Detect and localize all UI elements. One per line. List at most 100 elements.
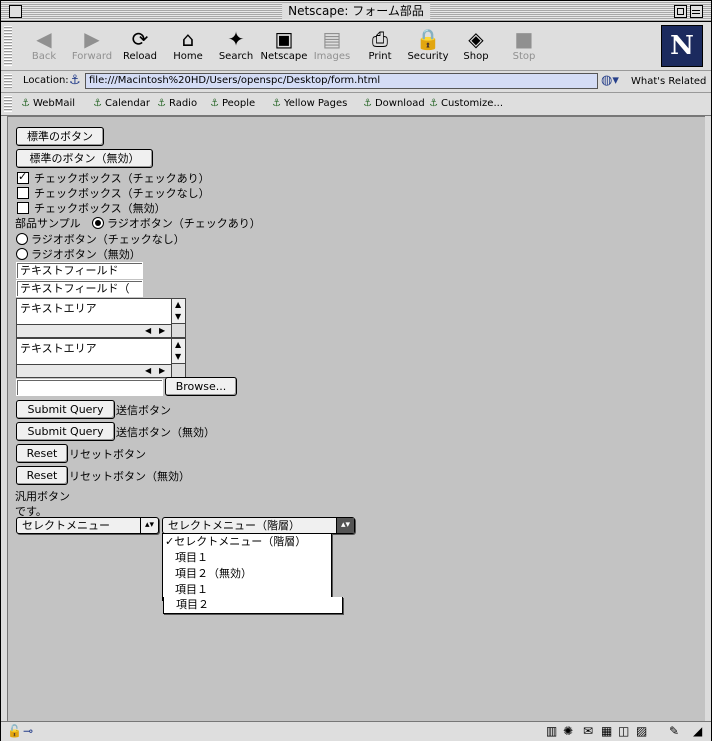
resize-grip-icon[interactable]: ◢ bbox=[693, 724, 702, 738]
toolbar-button-shop[interactable]: ◈ Shop bbox=[452, 24, 500, 68]
edit-pen-icon[interactable]: ✎ bbox=[669, 724, 679, 738]
online-plug-icon[interactable]: ⊸ bbox=[23, 724, 33, 738]
select-menu-hierarchical[interactable]: セレクトメニュー（階層） ▴▾ bbox=[162, 517, 355, 534]
checkbox-unchecked[interactable] bbox=[17, 187, 29, 199]
collapse-box[interactable] bbox=[690, 5, 703, 18]
toolbar-button-label: Forward bbox=[71, 51, 113, 62]
title-bar[interactable]: Netscape: フォーム部品 bbox=[1, 1, 711, 22]
browse-button[interactable]: Browse... bbox=[165, 377, 237, 396]
padlock-icon: 🔒 bbox=[415, 27, 441, 51]
zoom-box[interactable] bbox=[674, 5, 687, 18]
bookmark-icon: ⚓ bbox=[21, 98, 30, 109]
menu-item-last[interactable]: 項目２ bbox=[163, 597, 343, 614]
scroll-down-arrow-icon[interactable]: ▼ bbox=[175, 312, 181, 322]
radio-checked[interactable] bbox=[92, 217, 104, 229]
scroll-right-arrow-icon[interactable]: ▶ bbox=[159, 326, 165, 336]
shopping-bag-icon: ◈ bbox=[468, 27, 484, 51]
submit-button-disabled[interactable]: Submit Query bbox=[16, 422, 115, 441]
parts-sample-label: 部品サンプル bbox=[15, 217, 81, 230]
globe-icon[interactable]: ◍▾ bbox=[601, 73, 621, 89]
reset-button[interactable]: Reset bbox=[16, 444, 68, 463]
toolbar-button-security[interactable]: 🔒 Security bbox=[404, 24, 452, 68]
personal-bar-item[interactable]: ⚓ Download bbox=[363, 98, 425, 109]
navigator-icon[interactable]: ✺ bbox=[563, 724, 573, 738]
reset-button-disabled[interactable]: Reset bbox=[16, 466, 68, 485]
checkbox-checked[interactable] bbox=[17, 170, 29, 184]
scroll-up-arrow-icon[interactable]: ▲ bbox=[175, 300, 181, 310]
bookmark-icon: ⚓ bbox=[272, 98, 281, 109]
personal-bar-item[interactable]: ⚓ Calendar bbox=[93, 98, 150, 109]
text-area-horizontal-scrollbar[interactable]: ◀ ▶ bbox=[17, 324, 172, 337]
bookmark-icon: ⚓ bbox=[429, 98, 438, 109]
toolbar-button-label: Security bbox=[407, 51, 449, 62]
file-input[interactable] bbox=[16, 379, 163, 396]
submit-button[interactable]: Submit Query bbox=[16, 400, 115, 419]
standard-button[interactable]: 標準のボタン bbox=[16, 127, 104, 146]
bookmark-icon: ⚓ bbox=[157, 98, 166, 109]
radio-disabled[interactable] bbox=[16, 248, 28, 260]
text-area[interactable]: テキストエリア ▲ ▼ ◀ ▶ bbox=[16, 298, 186, 338]
newsgroups-icon[interactable]: ▨ bbox=[636, 724, 647, 738]
security-lock-icon[interactable]: 🔓 bbox=[7, 724, 22, 738]
radio-unchecked[interactable] bbox=[16, 233, 28, 245]
personal-bar-item[interactable]: ⚓ Yellow Pages bbox=[272, 98, 347, 109]
updown-arrows-icon: ▴▾ bbox=[336, 518, 354, 533]
toolbar-button-forward[interactable]: ▶ Forward bbox=[68, 24, 116, 68]
menu-item-disabled[interactable]: 項目２（無効） bbox=[163, 566, 341, 582]
personal-bar-item-label: Yellow Pages bbox=[283, 98, 348, 109]
url-field[interactable]: file:///Macintosh%20HD/Users/openspc/Des… bbox=[85, 73, 598, 89]
toolbar-button-netscape[interactable]: ▣ Netscape bbox=[260, 24, 308, 68]
personal-bar-item[interactable]: ⚓ Customize... bbox=[429, 98, 503, 109]
toolbar-button-label: Home bbox=[173, 51, 203, 62]
personal-bar-item[interactable]: ⚓ People bbox=[210, 98, 255, 109]
menu-item-selected[interactable]: ✓セレクトメニュー（階層） bbox=[163, 534, 331, 550]
whats-related-button[interactable]: What's Related bbox=[631, 76, 706, 87]
toolbar-grip[interactable] bbox=[4, 26, 12, 66]
component-bar-grip-icon[interactable]: ▥ bbox=[546, 724, 557, 738]
personal-bar-item[interactable]: ⚓ WebMail bbox=[21, 98, 75, 109]
personal-bar-item-label: Radio bbox=[168, 98, 198, 109]
toolbar-button-stop[interactable]: ■ Stop bbox=[500, 24, 548, 68]
my-netscape-icon: ▣ bbox=[274, 27, 294, 51]
reload-icon: ⟳ bbox=[131, 27, 149, 51]
toolbar-button-label: Back bbox=[31, 51, 57, 62]
scroll-left-arrow-icon[interactable]: ◀ bbox=[145, 366, 151, 376]
toolbar-button-home[interactable]: ⌂ Home bbox=[164, 24, 212, 68]
text-area-vertical-scrollbar[interactable]: ▲ ▼ bbox=[171, 299, 185, 323]
composer-icon[interactable]: ◫ bbox=[618, 724, 629, 738]
toolbar-button-images[interactable]: ▤ Images bbox=[308, 24, 356, 68]
mail-icon[interactable]: ✉ bbox=[583, 724, 593, 738]
personal-bar-item[interactable]: ⚓ Radio bbox=[157, 98, 197, 109]
page-content: 標準のボタン 標準のボタン（無効） チェックボックス（チェックあり） チェックボ… bbox=[7, 116, 705, 721]
text-field[interactable]: テキストフィールド bbox=[16, 262, 143, 279]
select-menu[interactable]: セレクトメニュー ▴▾ bbox=[16, 517, 159, 534]
text-area-disabled[interactable]: テキストエリア ▲ ▼ ◀ ▶ bbox=[16, 338, 186, 378]
menu-item[interactable]: 項目１ bbox=[163, 550, 341, 566]
text-area-disabled-horizontal-scrollbar[interactable]: ◀ ▶ bbox=[17, 364, 172, 377]
bookmark-icon: ⚓ bbox=[93, 98, 102, 109]
scroll-down-arrow-icon[interactable]: ▼ bbox=[175, 352, 181, 362]
updown-arrows-icon: ▴▾ bbox=[140, 518, 158, 533]
menu-item[interactable]: 項目１ bbox=[163, 582, 341, 598]
toolbar-button-search[interactable]: ✦ Search bbox=[212, 24, 260, 68]
scroll-left-arrow-icon[interactable]: ◀ bbox=[145, 326, 151, 336]
page-proxy-icon[interactable]: ⚓ bbox=[69, 73, 81, 88]
submit-disabled-caption: 送信ボタン（無効） bbox=[116, 426, 215, 439]
close-box[interactable] bbox=[9, 5, 22, 18]
standard-button-disabled[interactable]: 標準のボタン（無効） bbox=[16, 149, 153, 168]
toolbar-button-print[interactable]: ⎙ Print bbox=[356, 24, 404, 68]
text-area-disabled-vertical-scrollbar[interactable]: ▲ ▼ bbox=[171, 339, 185, 363]
generic-button-text-line1[interactable]: 汎用ボタン bbox=[15, 488, 70, 504]
right-arrow-icon: ▶ bbox=[84, 27, 100, 51]
scroll-up-arrow-icon[interactable]: ▲ bbox=[175, 340, 181, 350]
personal-grip[interactable] bbox=[4, 96, 12, 112]
netscape-logo[interactable]: N bbox=[661, 25, 703, 67]
checkbox-disabled[interactable] bbox=[17, 202, 29, 214]
toolbar-button-reload[interactable]: ⟳ Reload bbox=[116, 24, 164, 68]
checkbox-unchecked-label: チェックボックス（チェックなし） bbox=[34, 187, 210, 200]
toolbar-button-back[interactable]: ◀ Back bbox=[20, 24, 68, 68]
text-field-disabled[interactable]: テキストフィールド（ bbox=[16, 280, 143, 297]
location-grip[interactable] bbox=[4, 74, 12, 89]
scroll-right-arrow-icon[interactable]: ▶ bbox=[159, 366, 165, 376]
address-book-icon[interactable]: ▦ bbox=[601, 724, 612, 738]
